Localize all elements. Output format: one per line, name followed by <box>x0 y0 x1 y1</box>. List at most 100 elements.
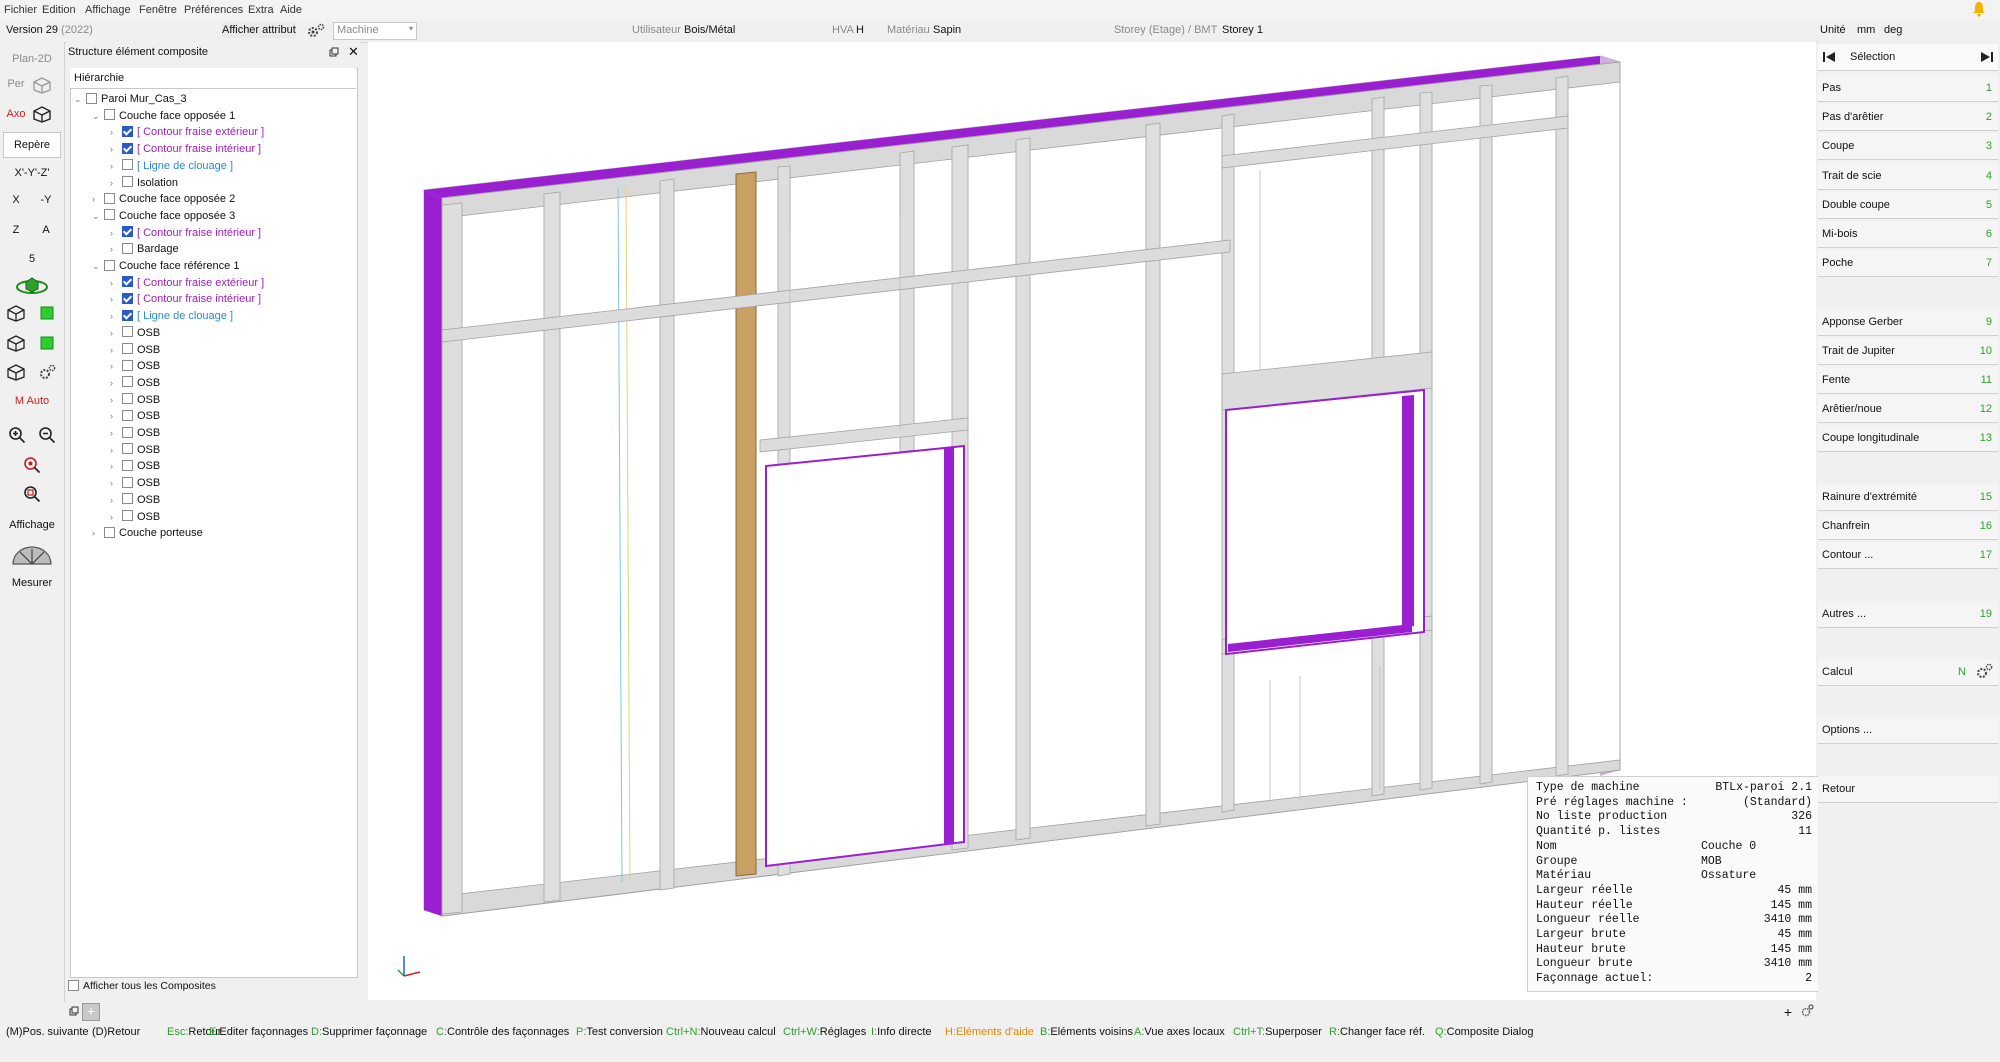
materiau-value[interactable]: Sapin <box>933 24 961 36</box>
cube-outline-icon[interactable] <box>6 363 26 381</box>
chevron-right-icon[interactable]: › <box>92 191 104 207</box>
affichage-button[interactable]: Affichage <box>3 512 61 538</box>
tree-row[interactable]: › OSB <box>110 492 160 508</box>
view-x-button[interactable]: X <box>3 188 29 212</box>
tree-row[interactable]: ⌄ Couche face référence 1 <box>92 258 239 274</box>
shortcut-item[interactable]: I:Info directe <box>871 1026 932 1038</box>
afficher-tous-composites-checkbox[interactable]: Afficher tous les Composites <box>68 979 216 992</box>
tree-row[interactable]: › [ Contour fraise intérieur ] <box>110 141 261 157</box>
calcul-settings-icon[interactable] <box>1974 662 1994 680</box>
process-button-0[interactable]: Pas 1 <box>1818 75 1998 102</box>
shortcut-item[interactable]: A:Vue axes locaux <box>1134 1026 1225 1038</box>
chevron-down-icon[interactable]: ⌄ <box>74 91 86 107</box>
tree-checkbox[interactable] <box>122 459 133 471</box>
utilisateur-value[interactable]: Bois/Métal <box>684 24 735 36</box>
chevron-right-icon[interactable]: › <box>110 442 122 458</box>
shortcut-item[interactable]: (M)Pos. suivante <box>6 1026 89 1038</box>
chevron-right-icon[interactable]: › <box>110 241 122 257</box>
tree-checkbox[interactable] <box>86 92 97 104</box>
selection-label[interactable]: Sélection <box>1850 51 1895 63</box>
process-button-16[interactable]: Calcul <box>1818 659 1998 686</box>
process-button-8[interactable]: Trait de Jupiter 10 <box>1818 337 1998 365</box>
tree-checkbox[interactable] <box>122 142 133 154</box>
tree-row[interactable]: › OSB <box>110 392 160 408</box>
tree-row[interactable]: › OSB <box>110 325 160 341</box>
tree-checkbox[interactable] <box>122 276 133 288</box>
shortcut-item[interactable]: P:Test conversion <box>576 1026 663 1038</box>
chevron-right-icon[interactable]: › <box>110 124 122 140</box>
tree-checkbox[interactable] <box>122 226 133 238</box>
gear-settings-icon[interactable] <box>306 23 326 39</box>
chevron-right-icon[interactable]: › <box>110 358 122 374</box>
undock-bottom-icon[interactable] <box>69 1006 79 1016</box>
zoom-in-icon[interactable] <box>8 426 26 444</box>
process-button-3[interactable]: Trait de scie 4 <box>1818 162 1998 190</box>
close-icon[interactable]: ✕ <box>348 44 359 60</box>
process-button-2[interactable]: Coupe 3 <box>1818 133 1998 161</box>
first-page-icon[interactable] <box>1822 51 1836 63</box>
process-button-13[interactable]: Chanfrein 16 <box>1818 513 1998 540</box>
info-settings-icon[interactable] <box>1800 1004 1814 1018</box>
tree-checkbox[interactable] <box>122 125 133 137</box>
process-button-11[interactable]: Coupe longitudinale 13 <box>1818 425 1998 453</box>
tree-checkbox[interactable] <box>122 159 133 171</box>
tree-row[interactable]: › [ Contour fraise extérieur ] <box>110 124 264 140</box>
unite-value[interactable]: mm <box>1857 24 1875 36</box>
chevron-right-icon[interactable]: › <box>110 175 122 191</box>
tree-checkbox[interactable] <box>122 510 133 522</box>
process-button-15[interactable]: Autres ... 19 <box>1818 600 1998 628</box>
shortcut-item[interactable]: C:Contrôle des façonnages <box>436 1026 569 1038</box>
shortcut-item[interactable]: (D)Retour <box>92 1026 140 1038</box>
shortcut-item[interactable]: Ctrl+N:Nouveau calcul <box>666 1026 776 1038</box>
menu-preferences[interactable]: Préférences <box>184 4 243 16</box>
shortcut-item[interactable]: Q:Composite Dialog <box>1435 1026 1533 1038</box>
shortcut-item[interactable]: H:Eléments d'aide <box>945 1026 1034 1038</box>
chevron-right-icon[interactable]: › <box>110 342 122 358</box>
shaded-green-cube-icon[interactable] <box>38 334 56 352</box>
perspective-cube-icon[interactable] <box>32 76 52 94</box>
machine-select[interactable]: Machine ▾ <box>333 22 417 40</box>
afficher-attribut-button[interactable]: Afficher attribut <box>222 22 296 38</box>
chevron-down-icon[interactable]: ⌄ <box>92 108 104 124</box>
shortcut-item[interactable]: D:Supprimer façonnage <box>311 1026 427 1038</box>
menu-fenetre[interactable]: Fenêtre <box>139 4 177 16</box>
shortcut-item[interactable]: Ctrl+T:Superposer <box>1233 1026 1322 1038</box>
chevron-right-icon[interactable]: › <box>110 325 122 341</box>
storey-value[interactable]: Storey 1 <box>1222 24 1263 36</box>
process-button-18[interactable]: Retour <box>1818 775 1998 803</box>
zoom-all-icon[interactable] <box>23 485 41 503</box>
chevron-right-icon[interactable]: › <box>110 392 122 408</box>
undock-icon[interactable] <box>329 47 339 57</box>
chevron-right-icon[interactable]: › <box>110 275 122 291</box>
shortcut-item[interactable]: R:Changer face réf. <box>1329 1026 1425 1038</box>
zoom-out-icon[interactable] <box>38 426 56 444</box>
process-button-10[interactable]: Arêtier/noue 12 <box>1818 396 1998 424</box>
menu-aide[interactable]: Aide <box>280 4 302 16</box>
chevron-right-icon[interactable]: › <box>110 509 122 525</box>
plan-2d-button[interactable]: Plan-2D <box>3 46 61 72</box>
tree-checkbox[interactable] <box>122 393 133 405</box>
wireframe-cube-icon[interactable] <box>6 304 26 322</box>
view-z-button[interactable]: Z <box>3 218 29 242</box>
tree-row[interactable]: › Couche face opposée 2 <box>92 191 235 207</box>
process-button-1[interactable]: Pas d'arêtier 2 <box>1818 104 1998 132</box>
tree-row[interactable]: › Isolation <box>110 175 178 191</box>
tree-checkbox[interactable] <box>104 259 115 271</box>
tree-row[interactable]: › OSB <box>110 358 160 374</box>
tree-row[interactable]: › [ Ligne de clouage ] <box>110 308 233 324</box>
chevron-right-icon[interactable]: › <box>110 225 122 241</box>
tree-row[interactable]: › [ Contour fraise intérieur ] <box>110 291 261 307</box>
axo-cube-icon[interactable] <box>32 105 52 123</box>
perspective-button[interactable]: Per <box>3 72 29 96</box>
hva-value[interactable]: H <box>856 24 864 36</box>
tree-row[interactable]: › OSB <box>110 425 160 441</box>
view-minus-y-button[interactable]: -Y <box>33 188 59 212</box>
chevron-right-icon[interactable]: › <box>110 458 122 474</box>
tree-checkbox[interactable] <box>104 526 115 538</box>
tree-checkbox[interactable] <box>122 359 133 371</box>
solid-green-cube-icon[interactable] <box>38 304 56 322</box>
chevron-right-icon[interactable]: › <box>110 475 122 491</box>
protractor-icon[interactable] <box>10 544 54 566</box>
add-tab-button[interactable]: + <box>82 1003 100 1021</box>
chevron-right-icon[interactable]: › <box>110 375 122 391</box>
